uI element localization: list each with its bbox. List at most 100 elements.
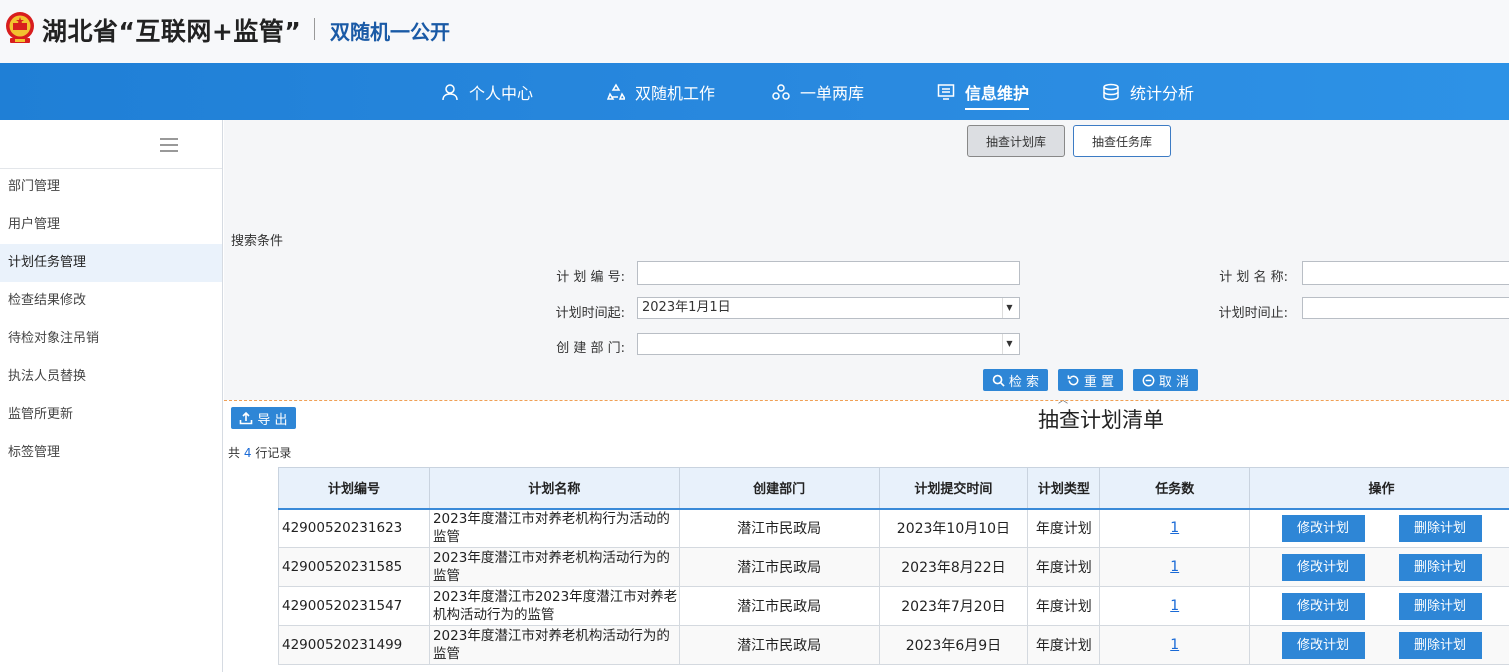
nav-item-info-maintenance[interactable]: 信息维护 xyxy=(937,63,1030,120)
sidebar-item-plan-task-management[interactable]: 计划任务管理 xyxy=(0,244,222,282)
database-icon xyxy=(1103,83,1119,100)
nav-label: 信息维护 xyxy=(965,80,1030,110)
main-content: 抽查计划库 抽查任务库 搜索条件 计 划 编 号: 计 划 名 称: 计划时间起… xyxy=(224,120,1509,672)
site-title: 湖北省“互联网+监管” xyxy=(42,17,302,46)
plan-no-cell: 42900520231499 xyxy=(278,625,430,665)
search-button[interactable]: 检 索 xyxy=(983,369,1048,391)
task-count-cell: 1 xyxy=(1099,625,1251,665)
upload-icon xyxy=(240,411,253,425)
submit-time-cell: 2023年6月9日 xyxy=(878,625,1029,665)
column-header[interactable]: 创建部门 xyxy=(678,467,880,510)
plan-name-label: 计 划 名 称: xyxy=(1219,270,1288,285)
cancel-button[interactable]: 取 消 xyxy=(1133,369,1198,391)
export-button[interactable]: 导 出 xyxy=(231,407,296,429)
nav-item-double-random-work[interactable]: 双随机工作 xyxy=(607,63,715,120)
dept-cell: 潜江市民政局 xyxy=(678,586,880,626)
column-header[interactable]: 计划类型 xyxy=(1027,467,1101,510)
plan-no-cell: 42900520231585 xyxy=(278,547,430,587)
nav-item-one-list-two-libraries[interactable]: 一单两库 xyxy=(772,63,864,120)
time-from-select[interactable]: 2023年1月1日 ▼ xyxy=(637,297,1020,319)
time-to-label: 计划时间止: xyxy=(1218,306,1288,321)
sidebar-item-user-management[interactable]: 用户管理 xyxy=(0,206,222,244)
search-button-label: 检 索 xyxy=(1008,374,1040,390)
sidebar: 部门管理 用户管理 计划任务管理 检查结果修改 待检对象注吊销 执法人员替换 监… xyxy=(0,120,223,672)
sub-title: 双随机一公开 xyxy=(330,20,450,44)
chevron-down-icon: ▼ xyxy=(1002,298,1016,318)
dept-cell: 潜江市民政局 xyxy=(678,625,880,665)
task-count-link[interactable]: 1 xyxy=(1170,520,1179,536)
nav-label: 个人中心 xyxy=(469,83,534,103)
column-header[interactable]: 计划提交时间 xyxy=(878,467,1029,510)
tab-task-library[interactable]: 抽查任务库 xyxy=(1073,125,1171,157)
menu-toggle-icon[interactable] xyxy=(160,138,178,152)
nav-label: 一单两库 xyxy=(800,83,865,103)
plan-type-cell: 年度计划 xyxy=(1027,508,1101,548)
nav-item-personal-center[interactable]: 个人中心 xyxy=(441,63,533,120)
edit-plan-button[interactable]: 修改计划 xyxy=(1281,592,1365,620)
plan-name-cell: 2023年度潜江市对养老机构行为活动的监管 xyxy=(428,508,680,548)
dashed-divider xyxy=(224,400,1509,401)
plan-no-input[interactable] xyxy=(637,261,1020,285)
top-header: 湖北省“互联网+监管” 双随机一公开 xyxy=(0,0,1509,63)
record-count: 共 4 行记录 xyxy=(228,444,291,461)
plan-type-cell: 年度计划 xyxy=(1027,586,1101,626)
reset-button-label: 重 置 xyxy=(1083,374,1115,390)
monitor-list-icon xyxy=(937,83,955,100)
refresh-icon xyxy=(1067,374,1079,385)
time-to-select[interactable] xyxy=(1302,297,1509,319)
sidebar-item-dept-management[interactable]: 部门管理 xyxy=(0,168,222,206)
delete-plan-button[interactable]: 删除计划 xyxy=(1398,592,1482,620)
table-row: 42900520231623 2023年度潜江市对养老机构行为活动的监管 潜江市… xyxy=(278,508,1509,548)
edit-plan-button[interactable]: 修改计划 xyxy=(1281,553,1365,581)
column-header[interactable]: 任务数 xyxy=(1099,467,1251,510)
sidebar-item-tag-management[interactable]: 标签管理 xyxy=(0,434,222,472)
edit-plan-button[interactable]: 修改计划 xyxy=(1281,514,1365,542)
task-count-link[interactable]: 1 xyxy=(1170,637,1179,653)
dept-label: 创 建 部 门: xyxy=(556,341,625,356)
edit-plan-button[interactable]: 修改计划 xyxy=(1281,631,1365,659)
delete-plan-button[interactable]: 删除计划 xyxy=(1398,514,1482,542)
table-row: 42900520231499 2023年度潜江市对养老机构活动行为的监管 潜江市… xyxy=(278,625,1509,665)
sidebar-item-result-modify[interactable]: 检查结果修改 xyxy=(0,282,222,320)
title-divider xyxy=(314,18,315,40)
actions-cell: 修改计划 删除计划 xyxy=(1249,547,1509,587)
sidebar-item-officer-replace[interactable]: 执法人员替换 xyxy=(0,358,222,396)
delete-plan-button[interactable]: 删除计划 xyxy=(1398,553,1482,581)
column-header: 操作 xyxy=(1249,467,1509,510)
column-header[interactable]: 计划名称 xyxy=(428,467,680,510)
record-count-number: 4 xyxy=(243,446,252,460)
national-emblem-icon xyxy=(6,12,34,43)
list-title: 抽查计划清单 xyxy=(1038,408,1164,432)
dept-cell: 潜江市民政局 xyxy=(678,547,880,587)
sidebar-item-office-update[interactable]: 监管所更新 xyxy=(0,396,222,434)
task-count-cell: 1 xyxy=(1099,586,1251,626)
column-header[interactable]: 计划编号 xyxy=(278,467,430,510)
actions-cell: 修改计划 删除计划 xyxy=(1249,508,1509,548)
search-caption: 搜索条件 xyxy=(231,234,284,249)
task-count-link[interactable]: 1 xyxy=(1170,598,1179,614)
group-icon xyxy=(772,83,790,100)
delete-plan-button[interactable]: 删除计划 xyxy=(1398,631,1482,659)
reset-button[interactable]: 重 置 xyxy=(1058,369,1123,391)
plan-no-label: 计 划 编 号: xyxy=(556,270,625,285)
tab-plan-library[interactable]: 抽查计划库 xyxy=(967,125,1065,157)
user-icon xyxy=(442,83,458,100)
sidebar-item-object-revoke[interactable]: 待检对象注吊销 xyxy=(0,320,222,358)
export-button-label: 导 出 xyxy=(257,412,288,428)
plan-name-cell: 2023年度潜江市对养老机构活动行为的监管 xyxy=(428,547,680,587)
plan-name-cell: 2023年度潜江市对养老机构活动行为的监管 xyxy=(428,625,680,665)
minus-circle-icon xyxy=(1142,374,1155,386)
submit-time-cell: 2023年7月20日 xyxy=(878,586,1029,626)
time-from-value: 2023年1月1日 xyxy=(642,300,731,315)
cancel-button-label: 取 消 xyxy=(1158,374,1190,390)
plan-no-cell: 42900520231623 xyxy=(278,508,430,548)
main-nav: 个人中心 双随机工作 一单两库 信息维护 统计分析 xyxy=(0,63,1509,120)
task-count-link[interactable]: 1 xyxy=(1170,559,1179,575)
table-header-row: 计划编号 计划名称 创建部门 计划提交时间 计划类型 任务数 操作 xyxy=(278,467,1509,510)
submit-time-cell: 2023年8月22日 xyxy=(878,547,1029,587)
plan-type-cell: 年度计划 xyxy=(1027,625,1101,665)
dept-cell: 潜江市民政局 xyxy=(678,508,880,548)
dept-select[interactable]: ▼ xyxy=(637,333,1020,355)
plan-name-input[interactable] xyxy=(1302,261,1509,285)
nav-item-statistics[interactable]: 统计分析 xyxy=(1102,63,1194,120)
